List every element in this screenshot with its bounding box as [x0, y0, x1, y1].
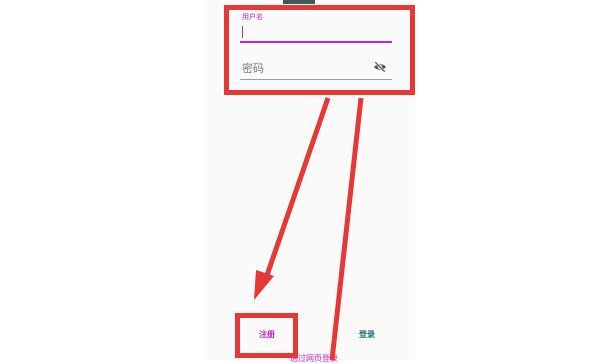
arrow-line-to-register	[261, 97, 331, 285]
arrow-line-to-link	[329, 97, 364, 360]
annotation-arrows	[254, 97, 364, 360]
arrow-head-to-register	[254, 270, 274, 300]
